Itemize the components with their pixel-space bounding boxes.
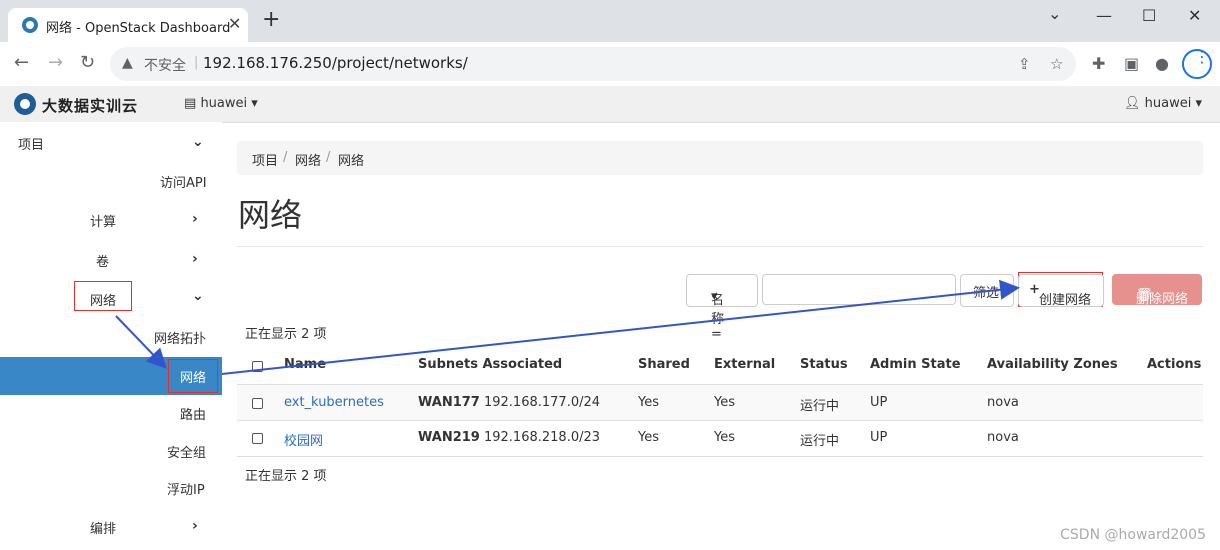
annotation-arrow-to-networks — [115, 315, 167, 369]
watermark: CSDN @howard2005 — [1060, 527, 1206, 543]
annotation-arrow-to-create — [221, 279, 1020, 375]
annotation-arrows — [115, 279, 1020, 375]
